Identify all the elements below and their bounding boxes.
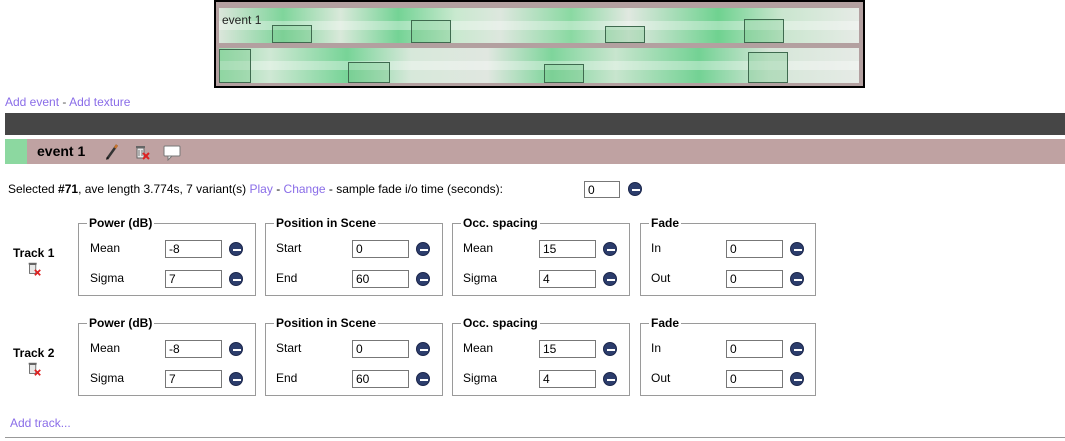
spacing-sigma-label: Sigma — [463, 271, 498, 285]
pencil-icon[interactable] — [103, 143, 121, 161]
power-mean-input[interactable] — [165, 240, 222, 258]
power-sigma-apply-button[interactable] — [229, 272, 243, 286]
power-sigma-label: Sigma — [90, 371, 125, 385]
spacing-legend: Occ. spacing — [463, 216, 538, 230]
track-1-label: Track 1 — [13, 246, 55, 260]
selection-details: , ave length 3.774s, 7 variant(s) — [78, 182, 250, 196]
spacing-sigma-apply-button[interactable] — [603, 272, 617, 286]
spacing-mean-input[interactable] — [539, 340, 596, 358]
track-2-label: Track 2 — [13, 346, 55, 360]
power-legend: Power (dB) — [89, 316, 153, 330]
delete-track-1-icon[interactable] — [26, 261, 42, 277]
variant-block[interactable] — [605, 26, 645, 43]
position-start-apply-button[interactable] — [416, 342, 430, 356]
power-sigma-label: Sigma — [90, 271, 125, 285]
spacing-sigma-input[interactable] — [539, 370, 596, 388]
position-end-input[interactable] — [352, 370, 409, 388]
add-event-link[interactable]: Add event — [5, 95, 59, 109]
fade-in-apply-button[interactable] — [790, 242, 804, 256]
position-end-label: End — [276, 371, 298, 385]
event-color-swatch[interactable] — [5, 139, 27, 164]
position-start-input[interactable] — [352, 240, 409, 258]
fade-out-input[interactable] — [726, 270, 783, 288]
power-legend: Power (dB) — [89, 216, 153, 230]
variant-block[interactable] — [411, 20, 451, 43]
fade-in-apply-button[interactable] — [790, 342, 804, 356]
position-legend: Position in Scene — [276, 216, 377, 230]
selection-prefix: Selected — [8, 182, 59, 196]
power-mean-apply-button[interactable] — [229, 342, 243, 356]
spacing-sigma-label: Sigma — [463, 371, 498, 385]
selection-suffix: - sample fade i/o time (seconds): — [325, 182, 503, 196]
comment-icon[interactable] — [163, 143, 181, 161]
variant-block[interactable] — [272, 25, 312, 43]
power-mean-apply-button[interactable] — [229, 242, 243, 256]
power-sigma-input[interactable] — [165, 370, 222, 388]
spacing-mean-input[interactable] — [539, 240, 596, 258]
trash-icon[interactable] — [133, 143, 151, 161]
spacing-mean-label: Mean — [463, 341, 494, 355]
variant-block[interactable] — [219, 49, 251, 83]
selection-dash: - — [272, 182, 284, 196]
power-mean-label: Mean — [90, 241, 121, 255]
fade-out-label: Out — [651, 371, 671, 385]
spacing-mean-apply-button[interactable] — [603, 242, 617, 256]
fade-io-time-input[interactable] — [584, 181, 620, 198]
change-link[interactable]: Change — [284, 182, 326, 196]
variant-block[interactable] — [744, 19, 784, 43]
spacing-legend: Occ. spacing — [463, 316, 538, 330]
fade-in-label: In — [651, 341, 662, 355]
position-legend: Position in Scene — [276, 316, 377, 330]
delete-track-2-icon[interactable] — [26, 361, 42, 377]
variant-block[interactable] — [348, 62, 390, 83]
bottom-divider — [5, 437, 1065, 438]
fade-out-apply-button[interactable] — [790, 272, 804, 286]
timeline-lane-2[interactable] — [219, 48, 859, 83]
variant-block[interactable] — [544, 64, 584, 83]
selection-id: #71 — [58, 182, 79, 196]
power-sigma-apply-button[interactable] — [229, 372, 243, 386]
play-link[interactable]: Play — [250, 182, 273, 196]
fade-legend: Fade — [651, 316, 680, 330]
event-timeline[interactable]: event 1 — [214, 0, 865, 88]
add-texture-link[interactable]: Add texture — [69, 95, 130, 109]
spacing-mean-apply-button[interactable] — [603, 342, 617, 356]
variant-block[interactable] — [748, 52, 788, 83]
selection-info: Selected #71, ave length 3.774s, 7 varia… — [8, 182, 503, 196]
toolbar-divider-bar — [5, 113, 1065, 135]
spacing-sigma-input[interactable] — [539, 270, 596, 288]
fade-legend: Fade — [651, 216, 680, 230]
event-header: event 1 — [5, 139, 1065, 164]
fade-out-apply-button[interactable] — [790, 372, 804, 386]
link-separator: - — [59, 95, 70, 109]
position-end-apply-button[interactable] — [416, 272, 430, 286]
fade-out-input[interactable] — [726, 370, 783, 388]
fade-in-label: In — [651, 241, 662, 255]
top-links: Add event - Add texture — [5, 95, 130, 109]
fade-out-label: Out — [651, 271, 671, 285]
position-start-input[interactable] — [352, 340, 409, 358]
position-start-apply-button[interactable] — [416, 242, 430, 256]
timeline-event-label: event 1 — [222, 13, 262, 27]
position-end-label: End — [276, 271, 298, 285]
apply-fade-io-button[interactable] — [628, 182, 642, 196]
power-mean-input[interactable] — [165, 340, 222, 358]
position-start-label: Start — [276, 241, 302, 255]
power-mean-label: Mean — [90, 341, 121, 355]
fade-in-input[interactable] — [726, 340, 783, 358]
add-track-link[interactable]: Add track... — [10, 416, 71, 430]
fade-in-input[interactable] — [726, 240, 783, 258]
power-sigma-input[interactable] — [165, 270, 222, 288]
position-start-label: Start — [276, 341, 302, 355]
spacing-mean-label: Mean — [463, 241, 494, 255]
spacing-sigma-apply-button[interactable] — [603, 372, 617, 386]
position-end-apply-button[interactable] — [416, 372, 430, 386]
timeline-lane-1[interactable]: event 1 — [219, 8, 859, 43]
event-title: event 1 — [37, 143, 86, 159]
position-end-input[interactable] — [352, 270, 409, 288]
